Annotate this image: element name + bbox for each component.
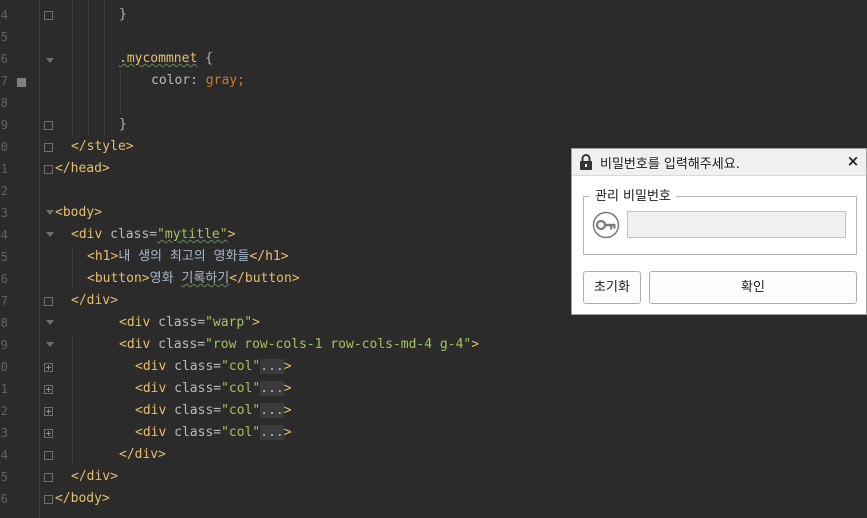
line-number: 8 — [0, 96, 8, 110]
line-number: 1 — [0, 382, 8, 396]
code-line: </head> — [55, 161, 110, 176]
lock-icon — [580, 154, 592, 170]
indent-guide — [88, 0, 89, 136]
code-line: <div class="warp"> — [119, 315, 260, 330]
code-line: } — [119, 7, 127, 22]
line-number: 3 — [0, 206, 8, 220]
fold-marker[interactable] — [44, 11, 53, 20]
code-line: <div class="col"...> — [135, 359, 292, 374]
fold-marker[interactable] — [44, 297, 53, 306]
fold-expand-icon[interactable] — [44, 429, 53, 438]
line-number: 7 — [0, 294, 8, 308]
fold-marker[interactable] — [44, 165, 53, 174]
line-number: 4 — [0, 448, 8, 462]
code-line: color: gray; — [151, 73, 245, 88]
line-number: 0 — [0, 360, 8, 374]
indent-guide — [120, 70, 121, 114]
dialog-titlebar[interactable]: 비밀번호를 입력해주세요. × — [572, 149, 866, 176]
line-number: 0 — [0, 140, 8, 154]
code-line: </div> — [71, 469, 118, 484]
code-line: <body> — [55, 205, 102, 220]
line-number: 6 — [0, 272, 8, 286]
fold-expand-icon[interactable] — [44, 363, 53, 372]
fold-marker[interactable] — [44, 143, 53, 152]
line-number: 8 — [0, 316, 8, 330]
confirm-button[interactable]: 확인 — [649, 271, 857, 304]
code-line: .mycommnet { — [119, 51, 213, 66]
line-number: 6 — [0, 52, 8, 66]
fold-arrow-icon[interactable] — [46, 320, 54, 325]
fold-arrow-icon[interactable] — [46, 232, 54, 237]
fold-expand-icon[interactable] — [44, 385, 53, 394]
code-line: <div class="mytitle"> — [71, 227, 236, 242]
code-line: <div class="col"...> — [135, 425, 292, 440]
fold-expand-icon[interactable] — [44, 407, 53, 416]
code-line: </style> — [71, 139, 134, 154]
gutter-separator — [39, 0, 40, 518]
indent-guide — [72, 334, 73, 466]
code-line: <h1>내 생의 최고의 영화들</h1> — [87, 249, 289, 264]
dialog-title: 비밀번호를 입력해주세요. — [600, 157, 740, 172]
fold-marker[interactable] — [44, 451, 53, 460]
groupbox-label: 관리 비밀번호 — [590, 185, 676, 204]
reset-button[interactable]: 초기화 — [583, 271, 641, 304]
breakpoint-marker[interactable] — [17, 78, 26, 87]
code-line: </body> — [55, 491, 110, 506]
password-dialog: 비밀번호를 입력해주세요. × 관리 비밀번호 초기화 확인 — [571, 148, 867, 315]
line-number: 4 — [0, 228, 8, 242]
fold-marker[interactable] — [44, 473, 53, 482]
fold-arrow-icon[interactable] — [46, 210, 54, 215]
line-number: 6 — [0, 492, 8, 506]
code-line: } — [119, 117, 127, 132]
line-number: 5 — [0, 30, 8, 44]
code-line: </div> — [119, 447, 166, 462]
line-number: 3 — [0, 426, 8, 440]
code-line: <div class="col"...> — [135, 381, 292, 396]
close-icon[interactable]: × — [844, 151, 862, 171]
line-number: 7 — [0, 74, 8, 88]
line-number: 9 — [0, 118, 8, 132]
line-number: 5 — [0, 470, 8, 484]
indent-guide — [72, 246, 73, 290]
code-line: <div class="row row-cols-1 row-cols-md-4… — [119, 337, 480, 352]
line-number: 9 — [0, 338, 8, 352]
line-number: 2 — [0, 404, 8, 418]
fold-arrow-icon[interactable] — [46, 58, 54, 63]
key-icon — [592, 211, 620, 239]
password-input[interactable] — [627, 211, 846, 238]
line-number: 4 — [0, 8, 8, 22]
fold-marker[interactable] — [44, 495, 53, 504]
code-line: </div> — [71, 293, 118, 308]
indent-guide — [72, 0, 73, 136]
code-line: <button>영화 기록하기</button> — [87, 271, 300, 286]
fold-marker[interactable] — [44, 121, 53, 130]
fold-arrow-icon[interactable] — [46, 342, 54, 347]
line-number: 2 — [0, 184, 8, 198]
line-number: 1 — [0, 162, 8, 176]
indent-guide — [104, 0, 105, 136]
code-line: <div class="col"...> — [135, 403, 292, 418]
line-number: 5 — [0, 250, 8, 264]
